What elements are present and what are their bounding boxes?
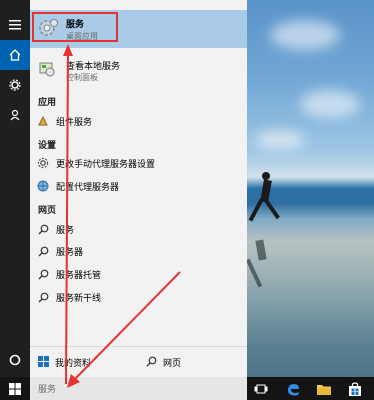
annotation-arrowhead xyxy=(63,44,73,56)
annotation-arrow xyxy=(65,51,69,385)
annotation-arrows xyxy=(63,44,181,388)
annotation-arrow xyxy=(73,271,181,381)
